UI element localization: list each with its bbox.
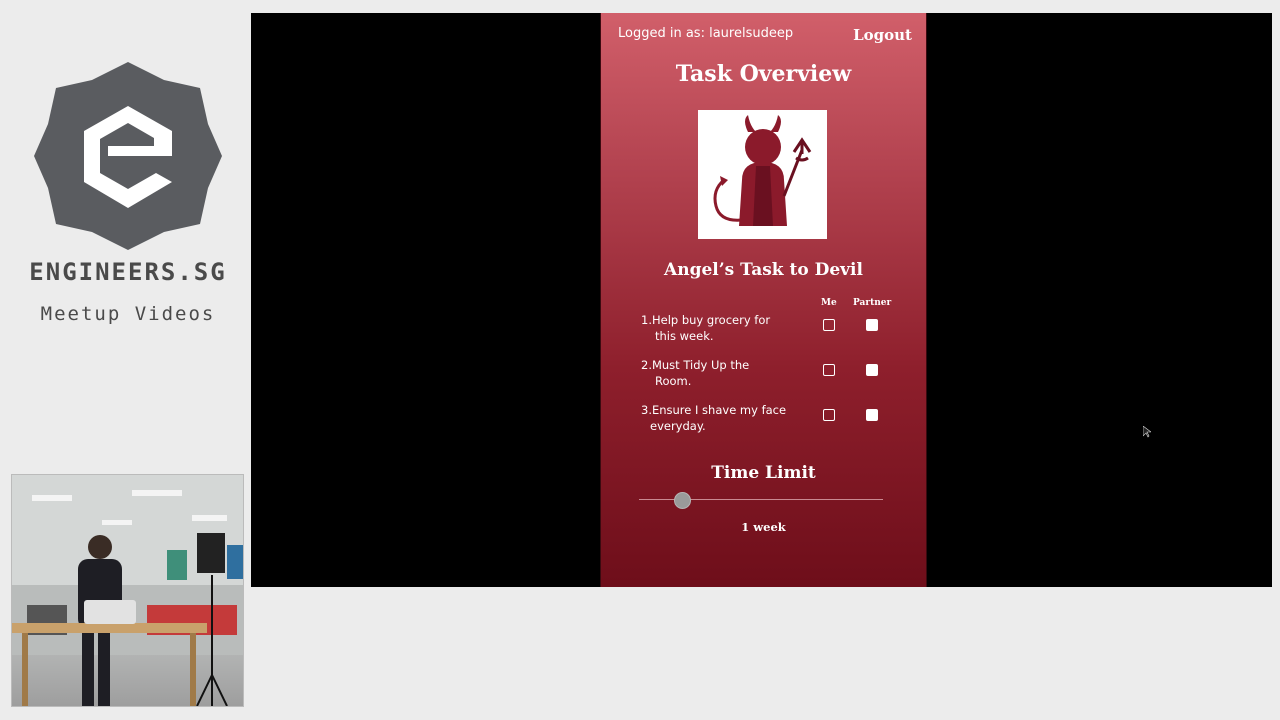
logout-button[interactable]: Logout xyxy=(853,26,912,44)
partner-avatar xyxy=(698,110,827,239)
task-list-title: Angel’s Task to Devil xyxy=(664,260,863,280)
me-checkbox[interactable] xyxy=(823,364,835,376)
task-text-line: 2.Must Tidy Up the xyxy=(641,358,750,372)
time-limit-value: 1 week xyxy=(741,520,786,534)
page-title: Task Overview xyxy=(675,61,852,87)
devil-icon xyxy=(713,115,812,226)
engineers-sg-logo-icon xyxy=(34,62,222,250)
shared-screen: Logged in as: laurelsudeep Logout Task O… xyxy=(251,13,1272,587)
task-text-line: Room. xyxy=(655,374,692,388)
task-text: 3.Ensure I shave my face everyday. xyxy=(641,402,791,434)
logged-in-user-text: Logged in as: laurelsudeep xyxy=(618,26,794,41)
task-row: 1.Help buy grocery for this week. xyxy=(641,312,881,346)
task-text-line: 1.Help buy grocery for xyxy=(641,313,771,327)
brand-title: ENGINEERS.SG xyxy=(29,258,227,286)
time-limit-title: Time Limit xyxy=(711,463,816,483)
task-text-line: this week. xyxy=(655,329,714,343)
brand-subtitle: Meetup Videos xyxy=(40,303,216,325)
task-row: 3.Ensure I shave my face everyday. xyxy=(641,402,881,436)
app-header: Logged in as: laurelsudeep Logout xyxy=(601,26,926,48)
partner-checkbox[interactable] xyxy=(866,319,878,331)
presenter-video-image xyxy=(12,475,243,706)
me-checkbox[interactable] xyxy=(823,319,835,331)
task-text-line: 3.Ensure I shave my face xyxy=(641,403,787,417)
mouse-cursor-icon xyxy=(1143,426,1151,438)
column-header-me: Me xyxy=(821,298,837,308)
task-text-line: everyday. xyxy=(650,419,706,433)
task-text: 1.Help buy grocery for this week. xyxy=(641,312,791,344)
column-header-partner: Partner xyxy=(853,298,892,308)
time-limit-slider-thumb[interactable] xyxy=(674,492,692,509)
presenter-webcam-feed xyxy=(11,474,244,707)
mobile-app-view: Logged in as: laurelsudeep Logout Task O… xyxy=(600,13,1151,587)
me-checkbox[interactable] xyxy=(823,409,835,421)
partner-checkbox[interactable] xyxy=(866,409,878,421)
task-text: 2.Must Tidy Up the Room. xyxy=(641,357,791,389)
partner-checkbox[interactable] xyxy=(866,364,878,376)
engineers-sg-branding-panel: ENGINEERS.SG Meetup Videos xyxy=(0,0,250,720)
task-row: 2.Must Tidy Up the Room. xyxy=(641,357,881,391)
